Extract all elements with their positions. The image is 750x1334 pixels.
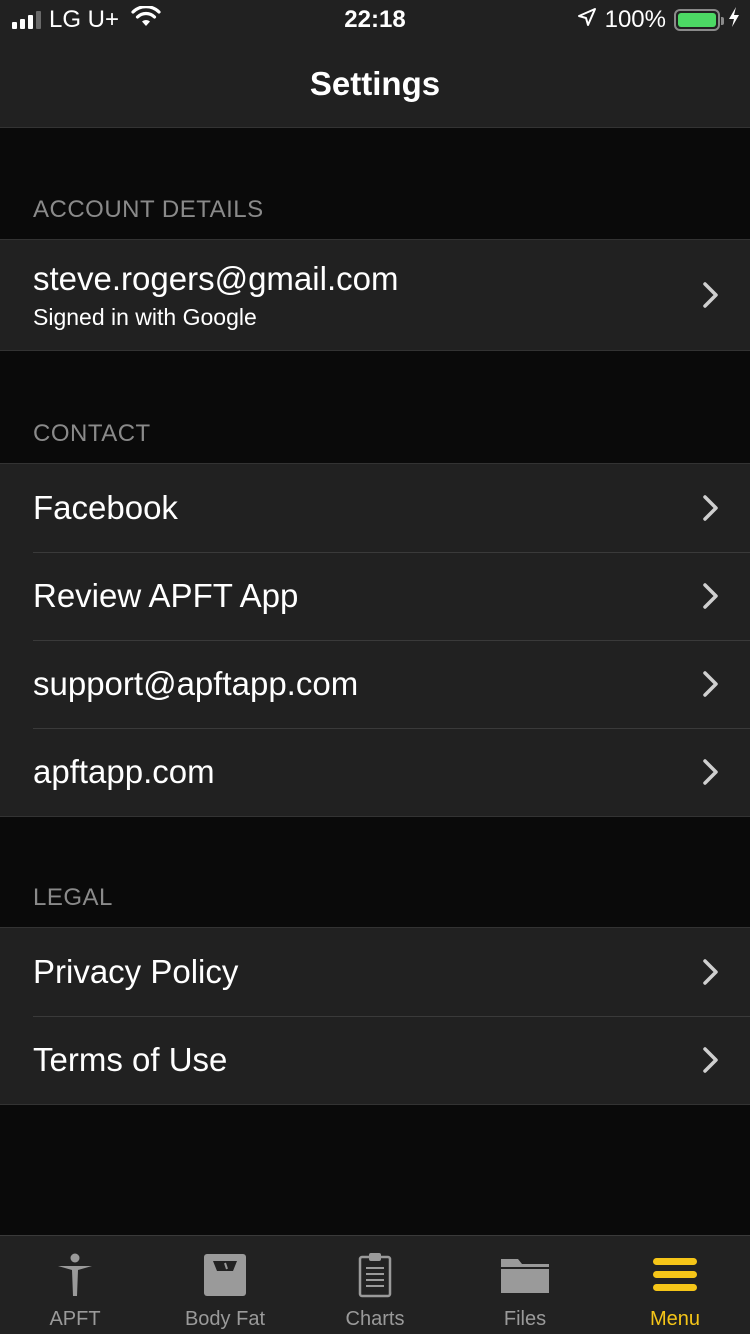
contact-group: Facebook Review APFT App support@apftapp… — [0, 463, 750, 817]
row-label: Review APFT App — [33, 577, 299, 614]
chevron-right-icon — [703, 583, 718, 609]
legal-terms-row[interactable]: Terms of Use — [0, 1016, 750, 1104]
page-title: Settings — [309, 64, 441, 102]
battery-percent: 100% — [604, 6, 666, 33]
tab-files[interactable]: Files — [450, 1236, 600, 1334]
tab-label: Files — [503, 1308, 547, 1330]
contact-website-row[interactable]: apftapp.com — [0, 728, 750, 816]
charging-bolt-icon — [728, 6, 740, 35]
account-signin-method: Signed in with Google — [33, 303, 257, 330]
location-arrow-icon — [577, 6, 597, 34]
tab-label: APFT — [49, 1308, 101, 1330]
tab-label: Menu — [649, 1308, 701, 1330]
scale-icon — [200, 1252, 250, 1298]
tab-bar: APFT Body Fat Charts Files Menu — [0, 1235, 750, 1334]
tab-label: Body Fat — [184, 1308, 266, 1330]
navigation-bar: Settings — [0, 40, 750, 128]
settings-screen: LG U+ 22:18 100% Settings ACCOUNT DETAIL… — [0, 0, 750, 1334]
contact-facebook-row[interactable]: Facebook — [0, 464, 750, 552]
account-row[interactable]: steve.rogers@gmail.com Signed in with Go… — [0, 240, 750, 350]
chevron-right-icon — [703, 495, 718, 521]
chevron-right-icon — [703, 282, 718, 308]
clipboard-icon — [350, 1252, 400, 1298]
row-label: Terms of Use — [33, 1041, 228, 1078]
section-header-contact: CONTACT — [33, 420, 151, 447]
tab-body-fat[interactable]: Body Fat — [150, 1236, 300, 1334]
contact-review-row[interactable]: Review APFT App — [0, 552, 750, 640]
legal-group: Privacy Policy Terms of Use — [0, 927, 750, 1105]
status-bar: LG U+ 22:18 100% — [0, 0, 750, 40]
chevron-right-icon — [703, 1047, 718, 1073]
menu-icon — [650, 1252, 700, 1298]
chevron-right-icon — [703, 671, 718, 697]
row-label: apftapp.com — [33, 753, 215, 790]
tab-label: Charts — [345, 1308, 405, 1330]
tab-menu[interactable]: Menu — [600, 1236, 750, 1334]
chevron-right-icon — [703, 759, 718, 785]
row-label: Privacy Policy — [33, 953, 239, 990]
account-group: steve.rogers@gmail.com Signed in with Go… — [0, 239, 750, 351]
section-header-legal: LEGAL — [33, 884, 113, 911]
tab-apft[interactable]: APFT — [0, 1236, 150, 1334]
status-right: 100% — [577, 0, 740, 40]
folder-icon — [500, 1252, 550, 1298]
chevron-right-icon — [703, 959, 718, 985]
account-email: steve.rogers@gmail.com — [33, 259, 399, 297]
contact-support-email-row[interactable]: support@apftapp.com — [0, 640, 750, 728]
person-icon — [50, 1252, 100, 1298]
tab-charts[interactable]: Charts — [300, 1236, 450, 1334]
legal-privacy-row[interactable]: Privacy Policy — [0, 928, 750, 1016]
battery-icon — [674, 9, 724, 31]
row-label: support@apftapp.com — [33, 665, 359, 702]
section-header-account: ACCOUNT DETAILS — [33, 196, 264, 223]
row-label: Facebook — [33, 489, 178, 526]
